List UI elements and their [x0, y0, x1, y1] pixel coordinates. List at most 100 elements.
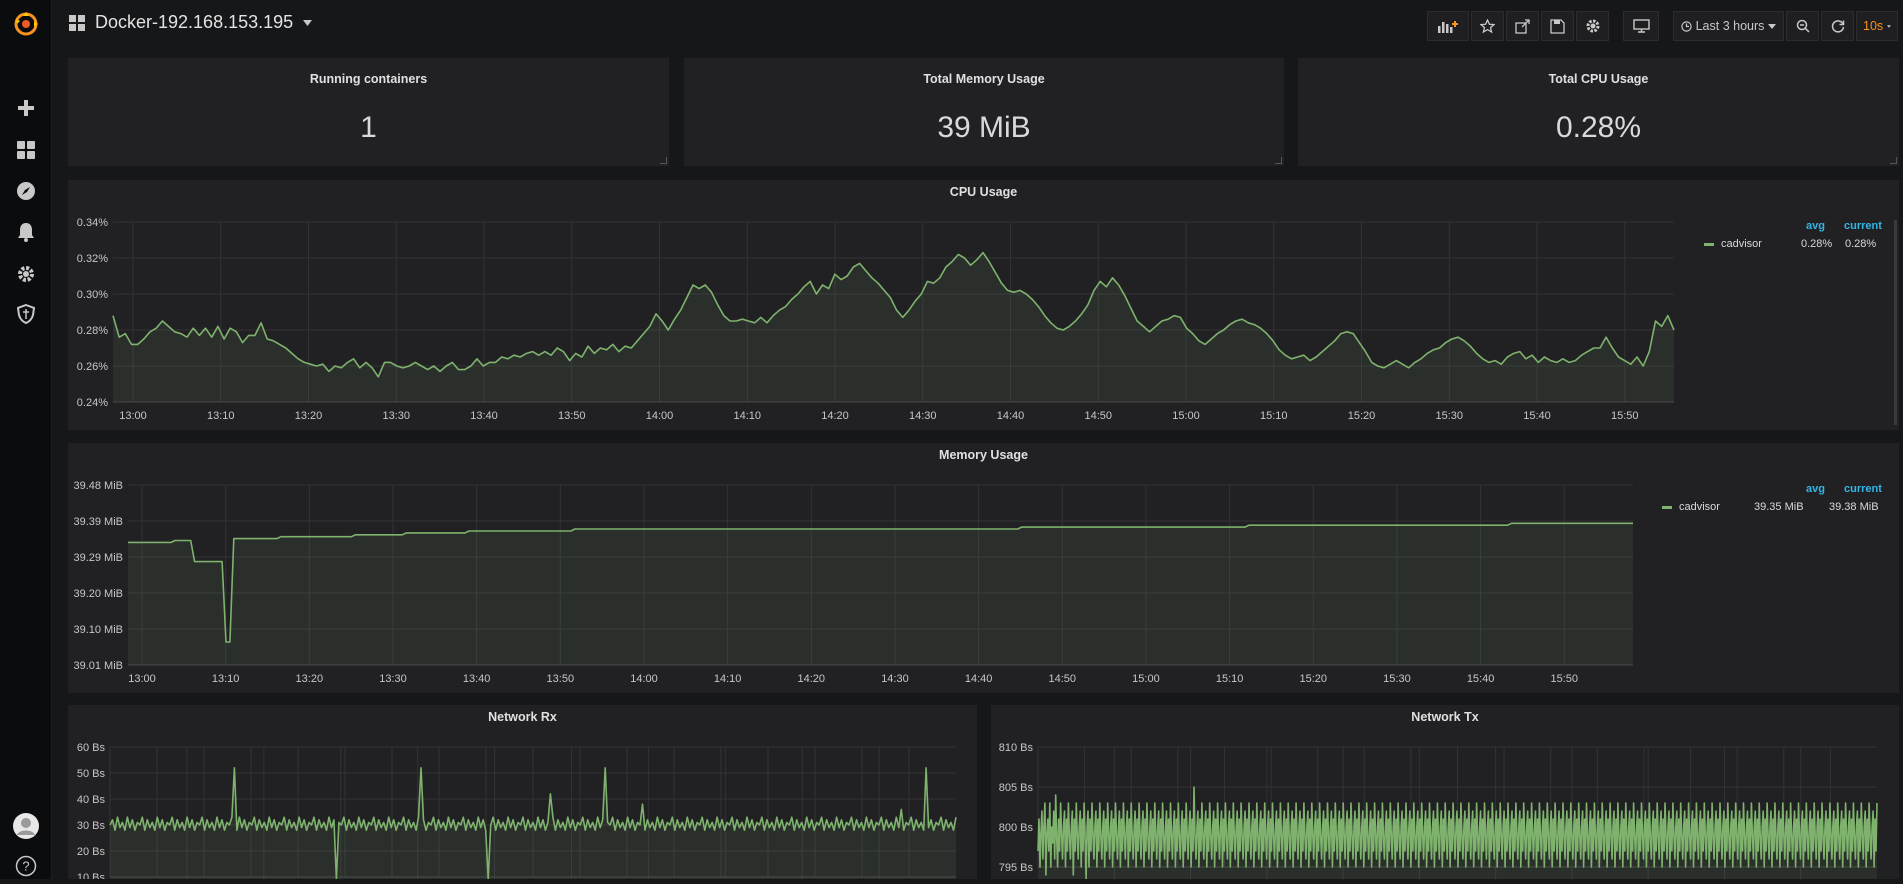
star-dashboard-button[interactable] — [1471, 11, 1504, 41]
add-panel-icon — [1438, 21, 1458, 33]
save-dashboard-button[interactable] — [1541, 11, 1574, 41]
dashboard-actions — [1427, 11, 1611, 41]
share-dashboard-button[interactable] — [1506, 11, 1539, 41]
x-tick-label: 13:50 — [547, 673, 575, 685]
x-tick-label: 14:00 — [646, 410, 674, 422]
x-tick-label: 15:00 — [1132, 673, 1160, 685]
x-tick-label: 13:30 — [379, 673, 407, 685]
y-tick-label: 39.29 MiB — [73, 552, 123, 564]
x-tick-label: 14:30 — [881, 673, 909, 685]
y-tick-label: 0.30% — [77, 289, 108, 301]
sidebar: ? — [0, 0, 52, 879]
y-tick-label: 40 Bs — [77, 794, 106, 806]
dashboards-icon[interactable] — [0, 132, 51, 168]
legend-scrollbar[interactable] — [1894, 220, 1897, 425]
network-tx-chart[interactable]: 810 Bs 805 Bs 800 Bs 795 Bs — [991, 705, 1899, 879]
y-tick-label: 20 Bs — [77, 846, 106, 858]
resize-handle[interactable] — [1890, 157, 1897, 164]
y-tick-label: 0.32% — [77, 253, 108, 265]
explore-icon[interactable] — [0, 173, 51, 209]
x-tick-label: 15:40 — [1467, 673, 1495, 685]
y-tick-label: 39.01 MiB — [73, 660, 123, 672]
save-icon — [1550, 18, 1565, 34]
time-range-picker[interactable]: Last 3 hours — [1673, 11, 1784, 41]
refresh-button[interactable] — [1821, 11, 1854, 41]
configuration-icon[interactable] — [0, 256, 51, 292]
view-mode-group — [1623, 11, 1661, 41]
x-tick-label: 15:50 — [1550, 673, 1578, 685]
time-controls: Last 3 hours 10s — [1673, 11, 1900, 41]
top-navbar: Docker-192.168.153.195 Last 3 hours 10s — [51, 0, 1903, 50]
stat-panel-total-cpu[interactable]: Total CPU Usage 0.28% — [1298, 58, 1899, 166]
cpu-usage-chart[interactable]: 0.34% 0.32% 0.30% 0.28% 0.26% 0.24% 13:00 13:10… — [68, 180, 1688, 430]
legend-current-header[interactable]: current — [1844, 220, 1882, 232]
x-tick-label: 13:40 — [470, 410, 498, 422]
x-tick-label: 15:30 — [1436, 410, 1464, 422]
x-tick-label: 15:10 — [1260, 410, 1288, 422]
svg-text:?: ? — [22, 859, 29, 874]
memory-usage-chart[interactable]: 39.48 MiB 39.39 MiB 39.29 MiB 39.20 MiB 39.1… — [68, 443, 1648, 693]
graph-panel-network-rx[interactable]: Network Rx 60 Bs 50 Bs 40 Bs 30 Bs 20 Bs 10 B… — [68, 705, 977, 879]
legend-series-name: cadvisor — [1679, 501, 1720, 513]
add-panel-button[interactable] — [1427, 11, 1469, 41]
x-tick-label: 14:50 — [1084, 410, 1112, 422]
panel-title: Total Memory Usage — [923, 72, 1045, 86]
graph-panel-network-tx[interactable]: Network Tx 810 Bs 805 Bs 800 Bs 795 Bs — [991, 705, 1899, 879]
time-range-label: Last 3 hours — [1695, 19, 1765, 33]
dashboard-picker[interactable]: Docker-192.168.153.195 — [69, 12, 313, 33]
resize-handle[interactable] — [1275, 157, 1282, 164]
network-rx-chart[interactable]: 60 Bs 50 Bs 40 Bs 30 Bs 20 Bs 10 Bs — [68, 705, 977, 879]
zoom-out-button[interactable] — [1786, 11, 1819, 41]
legend-series-name: cadvisor — [1721, 238, 1762, 250]
server-admin-shield-icon[interactable] — [0, 296, 51, 332]
legend-avg-header[interactable]: avg — [1806, 220, 1825, 232]
x-tick-label: 15:00 — [1172, 410, 1200, 422]
stat-panel-total-memory[interactable]: Total Memory Usage 39 MiB — [684, 58, 1284, 166]
y-tick-label: 39.20 MiB — [73, 588, 123, 600]
x-tick-label: 15:10 — [1216, 673, 1244, 685]
legend-item-cadvisor[interactable]: cadvisor — [1662, 501, 1720, 513]
dashboard-title: Docker-192.168.153.195 — [95, 12, 294, 32]
y-tick-label: 10 Bs — [77, 872, 106, 879]
stat-panel-running-containers[interactable]: Running containers 1 — [68, 58, 669, 166]
panel-title: Total CPU Usage — [1548, 72, 1649, 86]
x-tick-label: 13:30 — [382, 410, 410, 422]
graph-panel-memory-usage[interactable]: Memory Usage 39.48 MiB 39.39 MiB 39.29 MiB… — [68, 443, 1899, 693]
x-tick-label: 14:50 — [1049, 673, 1077, 685]
cycle-view-mode-button[interactable] — [1623, 11, 1659, 41]
x-tick-label: 14:40 — [997, 410, 1025, 422]
x-tick-label: 13:40 — [463, 673, 491, 685]
stat-value: 1 — [360, 111, 377, 144]
legend-avg-header[interactable]: avg — [1806, 483, 1825, 495]
legend-current-value: 0.28% — [1845, 238, 1877, 250]
graph-panel-cpu-usage[interactable]: CPU Usage 0.34% 0.32% 0.30% 0.28% 0.26% 0.24%… — [68, 180, 1899, 430]
x-tick-label: 15:50 — [1611, 410, 1639, 422]
x-tick-label: 14:00 — [630, 673, 658, 685]
resize-handle[interactable] — [660, 157, 667, 164]
legend-item-cadvisor[interactable]: cadvisor — [1704, 238, 1762, 250]
series-area-cadvisor — [128, 523, 1633, 665]
gear-icon — [1586, 19, 1599, 33]
x-tick-label: 13:10 — [207, 410, 235, 422]
clock-icon — [1680, 20, 1692, 32]
refresh-interval-picker[interactable]: 10s — [1856, 11, 1898, 41]
y-tick-label: 39.39 MiB — [73, 516, 123, 528]
user-avatar-icon[interactable] — [0, 808, 51, 844]
y-tick-label: 39.10 MiB — [73, 624, 123, 636]
y-tick-label: 50 Bs — [77, 768, 106, 780]
stat-value: 39 MiB — [937, 111, 1031, 144]
legend-current-header[interactable]: current — [1844, 483, 1882, 495]
alerting-icon[interactable] — [0, 214, 51, 250]
y-tick-label: 800 Bs — [999, 822, 1034, 834]
dashboard-settings-button[interactable] — [1576, 11, 1609, 41]
legend-series-color — [1662, 505, 1672, 509]
share-icon — [1515, 18, 1530, 34]
y-tick-label: 805 Bs — [999, 782, 1034, 794]
plus-icon[interactable] — [0, 90, 51, 126]
y-tick-label: 39.48 MiB — [73, 480, 123, 492]
y-tick-label: 0.34% — [77, 217, 108, 229]
x-tick-label: 14:40 — [965, 673, 993, 685]
grafana-logo-icon[interactable] — [0, 6, 51, 42]
x-tick-label: 15:40 — [1523, 410, 1551, 422]
y-tick-label: 30 Bs — [77, 820, 106, 832]
